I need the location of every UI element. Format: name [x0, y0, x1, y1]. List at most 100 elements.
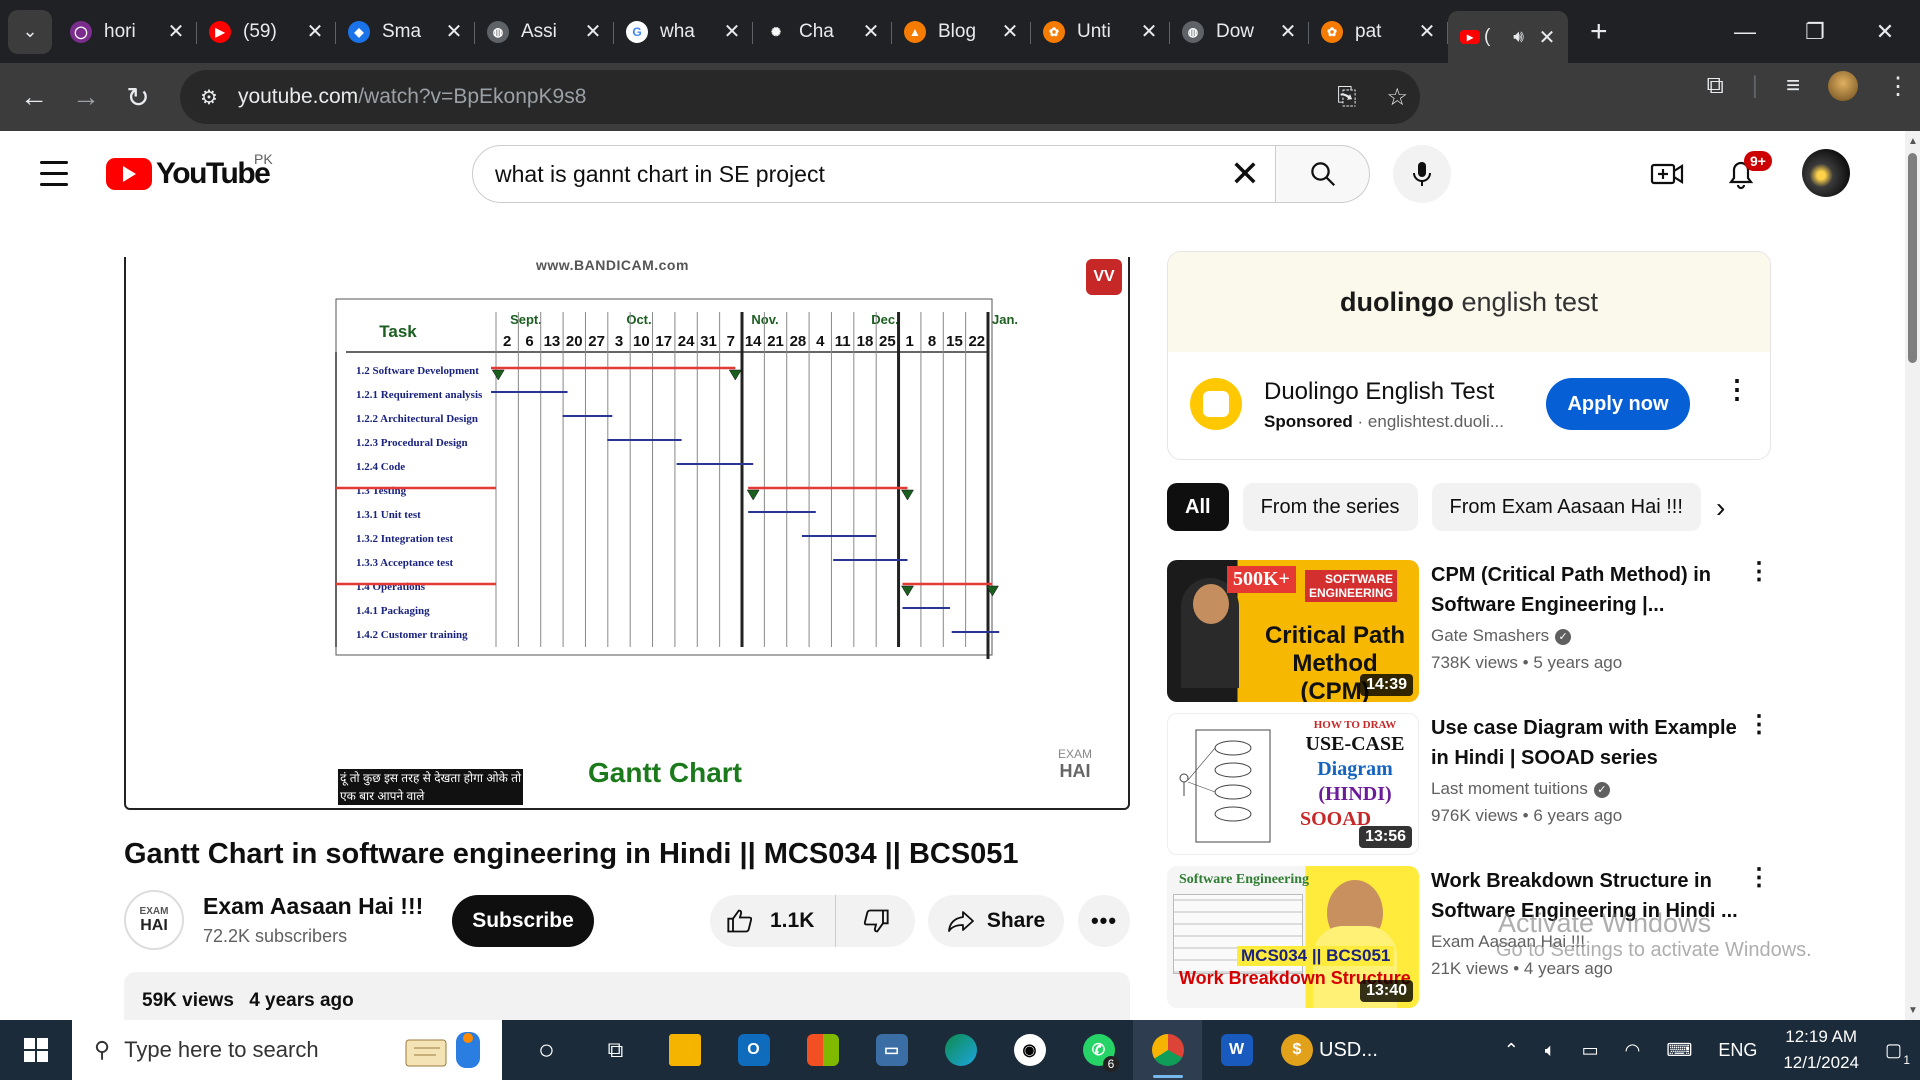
close-window-button[interactable]: ✕ — [1850, 0, 1920, 63]
clock[interactable]: 12:19 AM 12/1/2024 — [1783, 1024, 1859, 1076]
action-center-icon[interactable]: ▢ 1 — [1885, 1040, 1910, 1067]
tab-search-button[interactable]: ⌄ — [8, 9, 52, 54]
new-tab-button[interactable]: + — [1590, 15, 1608, 49]
tab-close-icon[interactable]: ✕ — [584, 19, 602, 44]
browser-tab[interactable]: ◆ Sma ✕ — [336, 10, 475, 54]
guide-menu-icon[interactable] — [40, 161, 68, 194]
wifi-icon[interactable]: ◠ — [1625, 1040, 1641, 1061]
cortana-button[interactable]: ○ — [512, 1020, 581, 1080]
browser-tab[interactable]: ◍ Assi ✕ — [475, 10, 614, 54]
github-button[interactable]: ◉ — [995, 1020, 1064, 1080]
recommendation-more-icon[interactable]: ⋮ — [1747, 560, 1771, 584]
like-button[interactable]: 1.1K — [710, 895, 836, 947]
address-bar[interactable]: ⚙ youtube.com/watch?v=BpEkonpK9s8 ⎘ ☆ — [180, 70, 1420, 124]
whatsapp-button[interactable]: ✆ 6 — [1064, 1020, 1133, 1080]
site-info-icon[interactable]: ⚙ — [200, 85, 218, 110]
recommendation-title[interactable]: CPM (Critical Path Method) in Software E… — [1431, 560, 1741, 620]
recommendation-item[interactable]: 500K+ SOFTWARE ENGINEERING Critical Path M… — [1167, 560, 1771, 702]
account-avatar[interactable] — [1802, 149, 1850, 197]
reload-button[interactable]: ↻ — [112, 71, 164, 123]
browser-tab[interactable]: ▲ Blog ✕ — [892, 10, 1031, 54]
dislike-button[interactable] — [836, 907, 915, 935]
share-button[interactable]: Share — [928, 895, 1064, 947]
battery-icon[interactable]: ▭ — [1582, 1040, 1599, 1061]
tab-close-icon[interactable]: ✕ — [445, 19, 463, 44]
tab-close-icon[interactable]: ✕ — [1001, 19, 1019, 44]
currency-widget[interactable]: $ USD... — [1271, 1020, 1388, 1080]
recommendation-channel[interactable]: Gate Smashers ✓ — [1431, 626, 1572, 646]
video-thumbnail[interactable]: Software Engineering MCS034 || BCS051 Wo… — [1167, 866, 1419, 1008]
restore-button[interactable]: ❐ — [1780, 0, 1850, 63]
start-button[interactable] — [0, 1020, 72, 1080]
notifications-button[interactable]: 9+ — [1720, 151, 1772, 195]
search-input[interactable]: what is gannt chart in SE project ✕ — [472, 145, 1276, 203]
browser-menu-icon[interactable]: ⋮ — [1886, 72, 1910, 101]
tab-close-icon[interactable]: ✕ — [1538, 25, 1556, 50]
video-player[interactable]: www.BANDICAM.com VV Task Sept. Oct. Nov. Dec… — [124, 257, 1130, 810]
scrollbar-thumb[interactable] — [1908, 153, 1917, 363]
language-indicator[interactable]: ENG — [1718, 1040, 1757, 1061]
browser-tab[interactable]: Gwha ✕ — [614, 10, 753, 54]
browser-tab[interactable]: ▶ (59) ✕ — [197, 10, 336, 54]
voice-search-button[interactable] — [1393, 145, 1451, 203]
chip-all[interactable]: All — [1167, 483, 1229, 531]
chrome-button[interactable] — [1133, 1020, 1202, 1080]
microsoft-store-button[interactable] — [788, 1020, 857, 1080]
remote-desktop-button[interactable]: ▭ — [857, 1020, 926, 1080]
tab-close-icon[interactable]: ✕ — [306, 19, 324, 44]
chip-from-series[interactable]: From the series — [1242, 483, 1418, 531]
recommendation-title[interactable]: Use case Diagram with Example in Hindi |… — [1431, 713, 1741, 773]
channel-avatar[interactable]: EXAM HAI — [124, 890, 184, 950]
extensions-icon[interactable]: ⧉ — [1707, 72, 1724, 100]
minimize-button[interactable]: — — [1710, 0, 1780, 63]
ad-more-icon[interactable]: ⋮ — [1724, 376, 1750, 402]
recommendation-item[interactable]: HOW TO DRAW USE-CASE Diagram (HINDI) SOO… — [1167, 713, 1771, 855]
browser-tab[interactable]: ◯ hori ✕ — [58, 10, 197, 54]
forward-button[interactable]: → — [60, 71, 112, 123]
tab-active-youtube[interactable]: ▸ ( 🔊︎ ✕ — [1448, 11, 1568, 63]
subscribe-button[interactable]: Subscribe — [452, 895, 594, 947]
browser-tab[interactable]: ✺ Cha ✕ — [753, 10, 892, 54]
browser-tab[interactable]: ✿ Unti ✕ — [1031, 10, 1170, 54]
scroll-down-icon[interactable]: ▼ — [1908, 1005, 1918, 1016]
page-scrollbar[interactable]: ▲ ▼ — [1905, 131, 1920, 1020]
task-view-button[interactable]: ⧉ — [581, 1020, 650, 1080]
bookmark-star-icon[interactable]: ☆ — [1386, 83, 1408, 112]
keyboard-icon[interactable]: ⌨ — [1666, 1040, 1692, 1061]
ad-banner[interactable]: duolingo english test — [1168, 252, 1770, 352]
install-app-icon[interactable]: ⎘ — [1337, 83, 1356, 111]
recommendation-channel[interactable]: Last moment tuitions ✓ — [1431, 779, 1610, 799]
clear-search-icon[interactable]: ✕ — [1215, 153, 1275, 195]
chip-from-channel[interactable]: From Exam Aasaan Hai !!! — [1431, 483, 1701, 531]
back-button[interactable]: ← — [8, 71, 60, 123]
tab-close-icon[interactable]: ✕ — [1279, 19, 1297, 44]
media-controls-icon[interactable]: ≡ — [1786, 72, 1800, 100]
taskbar-search-box[interactable]: ⚲ Type here to search — [72, 1020, 502, 1080]
recommendation-more-icon[interactable]: ⋮ — [1747, 713, 1771, 737]
recommendation-more-icon[interactable]: ⋮ — [1747, 866, 1771, 890]
more-actions-button[interactable]: ••• — [1078, 895, 1130, 947]
profile-avatar[interactable] — [1828, 71, 1858, 101]
audio-playing-icon[interactable]: 🔊︎ — [1513, 27, 1524, 47]
volume-icon[interactable]: 🔈︎ — [1545, 1040, 1556, 1061]
apply-now-button[interactable]: Apply now — [1546, 378, 1690, 430]
tab-close-icon[interactable]: ✕ — [723, 19, 741, 44]
chevron-right-icon[interactable]: › — [1716, 492, 1725, 524]
show-hidden-icons-icon[interactable]: ⌃ — [1504, 1040, 1519, 1061]
create-video-button[interactable] — [1646, 153, 1688, 195]
channel-name[interactable]: Exam Aasaan Hai !!! — [203, 893, 423, 920]
tab-close-icon[interactable]: ✕ — [1418, 19, 1436, 44]
file-explorer-button[interactable] — [650, 1020, 719, 1080]
sponsored-ad-card[interactable]: duolingo english test Duolingo English T… — [1167, 251, 1771, 460]
outlook-button[interactable]: O — [719, 1020, 788, 1080]
tab-close-icon[interactable]: ✕ — [862, 19, 880, 44]
browser-tab[interactable]: ✿ pat ✕ — [1309, 10, 1448, 54]
browser-tab[interactable]: ◍ Dow ✕ — [1170, 10, 1309, 54]
youtube-logo[interactable]: YouTube PK — [106, 151, 273, 191]
video-thumbnail[interactable]: HOW TO DRAW USE-CASE Diagram (HINDI) SOO… — [1167, 713, 1419, 855]
edge-button[interactable] — [926, 1020, 995, 1080]
tab-close-icon[interactable]: ✕ — [1140, 19, 1158, 44]
tab-close-icon[interactable]: ✕ — [167, 19, 185, 44]
word-button[interactable]: W — [1202, 1020, 1271, 1080]
search-button[interactable] — [1276, 145, 1370, 203]
